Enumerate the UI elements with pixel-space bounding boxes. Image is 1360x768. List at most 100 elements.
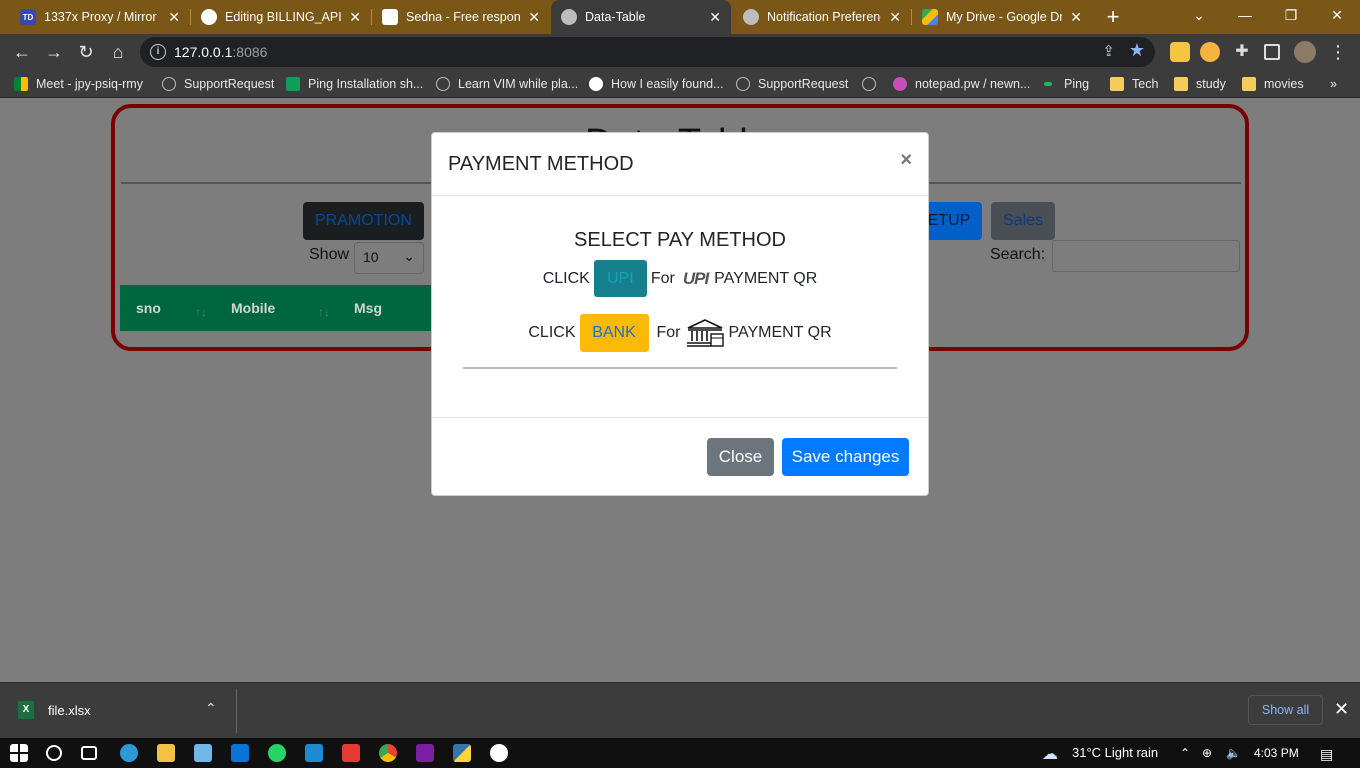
bookmark-item[interactable]: SupportRequest bbox=[736, 75, 848, 93]
task-view-icon[interactable] bbox=[81, 746, 97, 760]
tab-search-chevron-icon[interactable]: ⌄ bbox=[1176, 0, 1222, 34]
globe-icon bbox=[561, 9, 577, 25]
minimize-button[interactable]: — bbox=[1222, 0, 1268, 34]
app-red-icon[interactable] bbox=[342, 744, 360, 762]
chevron-up-icon[interactable]: ⌃ bbox=[1180, 746, 1190, 760]
profile-avatar[interactable] bbox=[1294, 41, 1316, 63]
back-arrow-icon[interactable]: ← bbox=[8, 38, 36, 66]
globe-icon bbox=[736, 77, 750, 91]
bookmark-star-icon[interactable]: ★ bbox=[1129, 40, 1145, 61]
google-drive-icon bbox=[922, 9, 938, 25]
chrome-menu-icon[interactable]: ⋮ bbox=[1324, 38, 1352, 66]
browser-tab[interactable]: Notification Preferenc ✕ bbox=[733, 0, 911, 34]
chevron-up-icon[interactable]: ⌃ bbox=[205, 700, 217, 717]
tab-close-icon[interactable]: ✕ bbox=[1070, 9, 1082, 26]
bookmark-item[interactable] bbox=[862, 75, 884, 93]
url-text[interactable]: 127.0.0.1:8086 bbox=[174, 44, 267, 60]
new-tab-button[interactable]: + bbox=[1100, 4, 1126, 30]
promotion-button[interactable]: PRAMOTION bbox=[303, 202, 424, 240]
browser-tab[interactable]: Editing BILLING_API/R ✕ bbox=[191, 0, 371, 34]
download-item[interactable]: X file.xlsx bbox=[18, 701, 91, 719]
column-header-sno[interactable]: sno bbox=[136, 300, 161, 316]
download-file-name: file.xlsx bbox=[48, 702, 91, 718]
python-icon[interactable] bbox=[453, 744, 471, 762]
sort-icon[interactable]: ↑↓ bbox=[195, 305, 207, 319]
bookmark-folder[interactable]: study bbox=[1174, 75, 1226, 93]
site-info-icon[interactable]: i bbox=[150, 44, 166, 60]
tab-close-icon[interactable]: ✕ bbox=[349, 9, 361, 26]
language-globe-icon[interactable]: ⊕ bbox=[1202, 746, 1212, 760]
sedna-icon bbox=[382, 9, 398, 25]
save-changes-button[interactable]: Save changes bbox=[782, 438, 909, 476]
browser-toolbar: ← → ↻ ⌂ i 127.0.0.1:8086 ⇪ ★ ✚ ⋮ bbox=[0, 34, 1360, 70]
entries-select[interactable]: 10 ⌄ bbox=[354, 242, 424, 274]
vscode-icon[interactable] bbox=[305, 744, 323, 762]
ping-icon bbox=[1044, 82, 1052, 86]
close-window-button[interactable]: ✕ bbox=[1314, 0, 1360, 34]
bookmark-item[interactable]: Learn VIM while pla... bbox=[436, 75, 578, 93]
folder-icon bbox=[1242, 77, 1256, 91]
modal-close-icon[interactable]: × bbox=[900, 149, 912, 172]
bookmark-folder[interactable]: movies bbox=[1242, 75, 1304, 93]
payment-qr-label: PAYMENT QR bbox=[714, 269, 818, 287]
column-header-mobile[interactable]: Mobile bbox=[231, 300, 275, 316]
browser-tab[interactable]: My Drive - Google Dri ✕ bbox=[912, 0, 1092, 34]
bookmark-item[interactable]: How I easily found... bbox=[589, 75, 724, 93]
tab-close-icon[interactable]: ✕ bbox=[709, 9, 721, 26]
bookmark-item[interactable]: notepad.pw / newn... bbox=[893, 75, 1030, 93]
for-label: For bbox=[656, 324, 681, 341]
weather-cloud-icon[interactable]: ☁ bbox=[1042, 744, 1058, 764]
notification-icon[interactable]: ▤ bbox=[1320, 746, 1333, 763]
globe-icon bbox=[436, 77, 450, 91]
extension-folder-icon[interactable] bbox=[1170, 42, 1190, 62]
upi-button[interactable]: UPI bbox=[593, 260, 647, 297]
whatsapp-icon[interactable] bbox=[268, 744, 286, 762]
windows-start-icon[interactable] bbox=[10, 744, 28, 762]
file-explorer-icon[interactable] bbox=[157, 744, 175, 762]
browser-tab-active[interactable]: Data-Table ✕ bbox=[551, 0, 731, 34]
tab-close-icon[interactable]: ✕ bbox=[528, 9, 540, 26]
show-all-button[interactable]: Show all bbox=[1248, 695, 1323, 725]
home-icon[interactable]: ⌂ bbox=[104, 38, 132, 66]
search-input[interactable] bbox=[1052, 240, 1240, 272]
media-player-icon[interactable] bbox=[416, 744, 434, 762]
close-button[interactable]: Close bbox=[707, 438, 774, 476]
edge-icon[interactable] bbox=[120, 744, 138, 762]
mail-icon[interactable] bbox=[231, 744, 249, 762]
table-header: sno ↑↓ Mobile ↑↓ Msg bbox=[120, 285, 435, 331]
bookmarks-overflow-icon[interactable]: » bbox=[1330, 75, 1337, 93]
chrome-icon[interactable] bbox=[379, 744, 397, 762]
restore-button[interactable]: ❐ bbox=[1268, 0, 1314, 34]
store-icon[interactable] bbox=[194, 744, 212, 762]
browser-tab[interactable]: Sedna - Free responsi ✕ bbox=[372, 0, 550, 34]
bookmark-item[interactable]: Ping Installation sh... bbox=[286, 75, 423, 93]
tab-title: Editing BILLING_API/R bbox=[225, 10, 342, 24]
sort-icon[interactable]: ↑↓ bbox=[318, 305, 330, 319]
bookmark-folder[interactable]: Tech bbox=[1110, 75, 1158, 93]
volume-icon[interactable]: 🔈 bbox=[1226, 746, 1241, 760]
search-icon[interactable] bbox=[46, 745, 62, 761]
app-white-icon[interactable] bbox=[490, 744, 508, 762]
bank-button[interactable]: BANK bbox=[579, 314, 649, 352]
side-panel-icon[interactable] bbox=[1264, 44, 1280, 60]
browser-tab[interactable]: TD 1337x Proxy / Mirror s ✕ bbox=[10, 0, 190, 34]
extensions-puzzle-icon[interactable]: ✚ bbox=[1232, 42, 1252, 62]
click-label: CLICK bbox=[542, 269, 590, 287]
sales-button[interactable]: Sales bbox=[991, 202, 1056, 240]
bookmark-item[interactable]: SupportRequest bbox=[162, 75, 274, 93]
bookmark-label: movies bbox=[1264, 77, 1304, 91]
reload-icon[interactable]: ↻ bbox=[72, 38, 100, 66]
extension-emoji-icon[interactable] bbox=[1200, 42, 1220, 62]
bookmark-label: study bbox=[1196, 77, 1226, 91]
address-bar[interactable]: i 127.0.0.1:8086 ⇪ ★ bbox=[140, 37, 1155, 67]
close-download-bar-icon[interactable]: ✕ bbox=[1334, 699, 1349, 720]
column-header-msg[interactable]: Msg bbox=[354, 300, 382, 316]
weather-text[interactable]: 31°C Light rain bbox=[1072, 745, 1158, 760]
clock-time[interactable]: 4:03 PM bbox=[1254, 746, 1299, 760]
tab-close-icon[interactable]: ✕ bbox=[168, 9, 180, 26]
bookmark-item[interactable]: Meet - jpy-psiq-rmy bbox=[14, 75, 143, 93]
share-icon[interactable]: ⇪ bbox=[1102, 42, 1115, 60]
bookmark-item[interactable]: Ping bbox=[1044, 75, 1089, 93]
tab-close-icon[interactable]: ✕ bbox=[889, 9, 901, 26]
forward-arrow-icon[interactable]: → bbox=[40, 38, 68, 66]
